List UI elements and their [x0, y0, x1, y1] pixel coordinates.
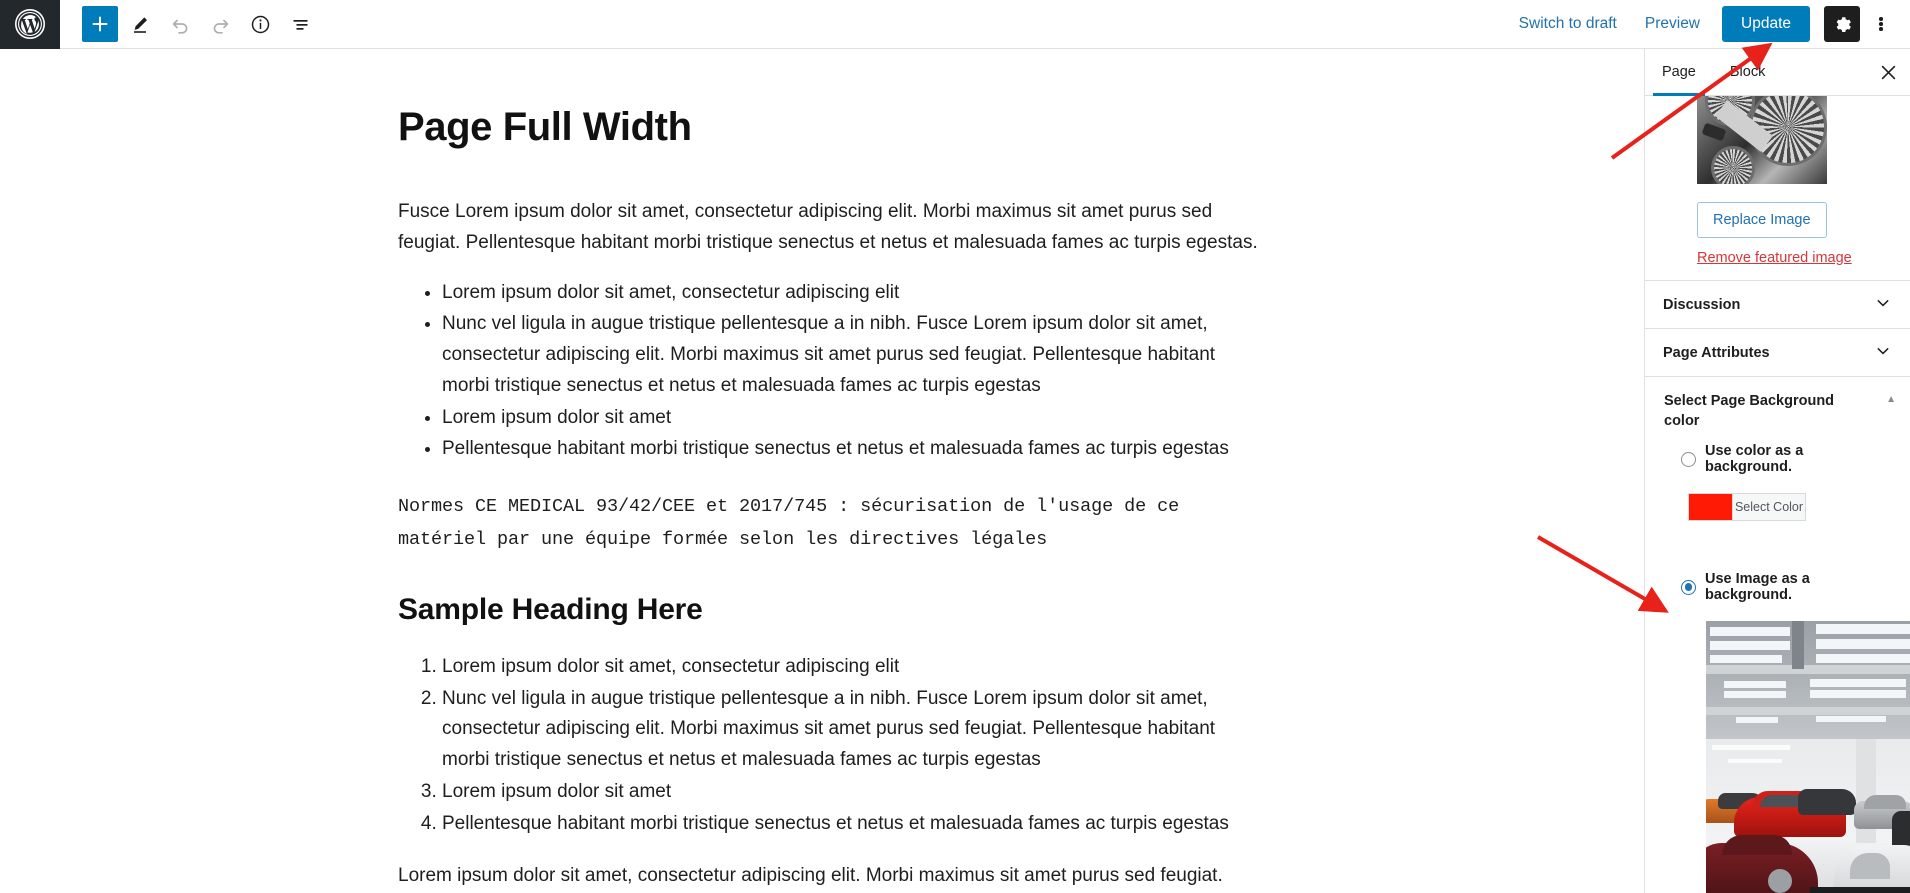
editor-tools-group	[60, 6, 318, 42]
list-item[interactable]: Lorem ipsum dolor sit amet, consectetur …	[442, 652, 1258, 683]
tab-block[interactable]: Block	[1713, 49, 1782, 95]
details-button[interactable]	[242, 6, 278, 42]
chevron-down-icon	[1874, 294, 1892, 316]
update-button[interactable]: Update	[1722, 6, 1810, 42]
editor-canvas[interactable]: Page Full Width Fusce Lorem ipsum dolor …	[0, 49, 1644, 893]
replace-image-button[interactable]: Replace Image	[1697, 202, 1827, 238]
undo-button[interactable]	[162, 6, 198, 42]
wordpress-logo-icon[interactable]	[0, 0, 60, 49]
panel-discussion[interactable]: Discussion	[1645, 280, 1910, 328]
close-sidebar-button[interactable]	[1866, 49, 1910, 95]
background-image-preview[interactable]	[1706, 621, 1910, 893]
document-body: Page Full Width Fusce Lorem ipsum dolor …	[0, 49, 1644, 893]
vertical-ellipsis-icon	[1879, 16, 1883, 33]
page-background-title: Select Page Background color	[1664, 393, 1835, 429]
use-color-label: Use color as a background.	[1705, 443, 1804, 475]
page-title[interactable]: Page Full Width	[398, 104, 1258, 150]
gear-icon	[1836, 17, 1851, 32]
chevron-down-icon	[1874, 342, 1892, 364]
more-options-button[interactable]	[1866, 6, 1896, 42]
use-image-option[interactable]: Use Image as a background.	[1681, 571, 1894, 603]
list-item[interactable]: Lorem ipsum dolor sit amet, consectetur …	[442, 278, 1258, 309]
tab-page[interactable]: Page	[1645, 49, 1713, 96]
intro-paragraph[interactable]: Fusce Lorem ipsum dolor sit amet, consec…	[398, 197, 1258, 259]
switch-to-draft-button[interactable]: Switch to draft	[1505, 7, 1631, 41]
select-color-button[interactable]: Select Color	[1732, 493, 1806, 521]
use-color-option[interactable]: Use color as a background.	[1681, 443, 1894, 475]
list-item[interactable]: Pellentesque habitant morbi tristique se…	[442, 434, 1258, 465]
use-image-label: Use Image as a background.	[1705, 571, 1810, 603]
panel-page-attributes[interactable]: Page Attributes	[1645, 328, 1910, 376]
edit-tool-button[interactable]	[122, 6, 158, 42]
numbered-list[interactable]: Lorem ipsum dolor sit amet, consectetur …	[398, 652, 1258, 840]
list-item[interactable]: Lorem ipsum dolor sit amet	[442, 777, 1258, 808]
use-color-radio[interactable]	[1681, 451, 1696, 467]
editor-top-bar: Switch to draft Preview Update	[0, 0, 1910, 49]
list-item[interactable]: Nunc vel ligula in augue tristique pelle…	[442, 684, 1258, 776]
settings-sidebar: Page Block Replace Image Remove featured…	[1644, 49, 1910, 893]
list-item[interactable]: Nunc vel ligula in augue tristique pelle…	[442, 309, 1258, 401]
color-picker-control[interactable]: Select Color	[1688, 493, 1806, 521]
use-image-radio[interactable]	[1681, 579, 1696, 595]
sidebar-scroll-area: Replace Image Remove featured image Disc…	[1645, 96, 1910, 893]
closing-paragraph[interactable]: Lorem ipsum dolor sit amet, consectetur …	[398, 861, 1258, 893]
list-item[interactable]: Lorem ipsum dolor sit amet	[442, 403, 1258, 434]
panel-discussion-label: Discussion	[1663, 296, 1741, 313]
redo-button[interactable]	[202, 6, 238, 42]
color-swatch[interactable]	[1688, 493, 1732, 521]
featured-image-thumbnail[interactable]	[1697, 96, 1827, 184]
sidebar-tabs: Page Block	[1645, 49, 1910, 96]
page-background-section: Select Page Background color ▲ Use color…	[1645, 376, 1910, 893]
close-x-icon	[1881, 65, 1895, 79]
list-item[interactable]: Pellentesque habitant morbi tristique se…	[442, 809, 1258, 840]
remove-featured-image-link[interactable]: Remove featured image	[1697, 250, 1852, 266]
code-block[interactable]: Normes CE MEDICAL 93/42/CEE et 2017/745 …	[398, 491, 1258, 556]
list-view-button[interactable]	[282, 6, 318, 42]
showroom-ceiling	[1706, 621, 1910, 743]
section-heading[interactable]: Sample Heading Here	[398, 592, 1258, 628]
chevron-up-icon[interactable]: ▲	[1886, 395, 1896, 405]
top-bar-actions: Switch to draft Preview Update	[1505, 6, 1910, 42]
panel-page-attributes-label: Page Attributes	[1663, 344, 1770, 361]
bullet-list[interactable]: Lorem ipsum dolor sit amet, consectetur …	[398, 278, 1258, 466]
add-block-button[interactable]	[82, 6, 118, 42]
preview-button[interactable]: Preview	[1631, 7, 1714, 41]
car-dark-mid	[1798, 789, 1856, 815]
settings-gear-button[interactable]	[1824, 6, 1860, 42]
